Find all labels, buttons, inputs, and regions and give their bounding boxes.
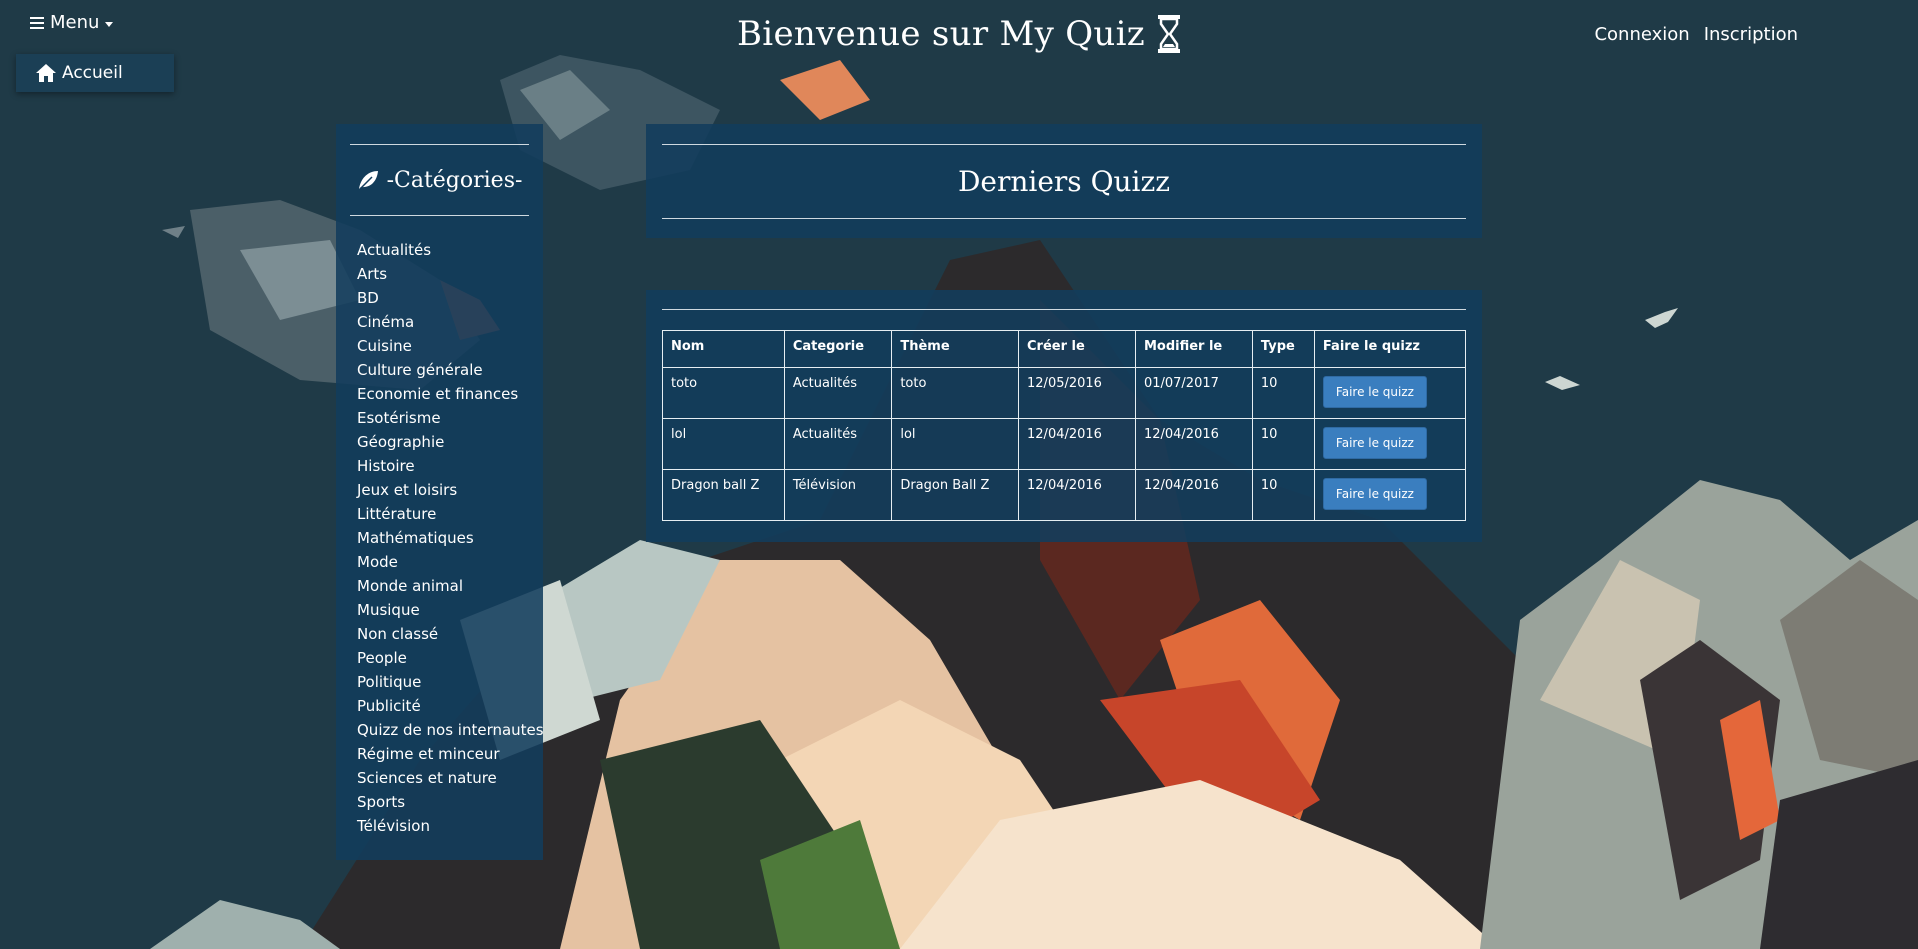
- category-item[interactable]: Quizz de nos internautes: [357, 718, 544, 742]
- category-item[interactable]: Géographie: [357, 430, 529, 454]
- table-cell: 12/04/2016: [1134, 469, 1253, 521]
- table-cell: lol: [891, 418, 1020, 470]
- table-cell: 10: [1251, 367, 1315, 419]
- category-item[interactable]: People: [357, 646, 529, 670]
- table-header-row: Nom Categorie Thème Créer le Modifier le Type…: [662, 330, 1467, 368]
- table-cell: 10: [1251, 418, 1315, 470]
- action-cell: Faire le quizz: [1313, 418, 1467, 470]
- table-cell: Dragon ball Z: [662, 469, 785, 521]
- category-item[interactable]: Monde animal: [357, 574, 529, 598]
- take-quiz-button[interactable]: Faire le quizz: [1322, 376, 1427, 408]
- category-item[interactable]: Histoire: [357, 454, 529, 478]
- table-cell: toto: [891, 367, 1020, 419]
- column-header: Faire le quizz: [1313, 330, 1467, 368]
- category-item[interactable]: Arts: [357, 262, 529, 286]
- take-quiz-button[interactable]: Faire le quizz: [1322, 427, 1427, 459]
- take-quiz-button[interactable]: Faire le quizz: [1322, 478, 1427, 510]
- leaf-icon: [358, 171, 378, 190]
- category-item[interactable]: Télévision: [357, 814, 529, 838]
- category-list: Actualités Arts BD Cinéma Cuisine Culture gén…: [350, 238, 544, 838]
- recent-quizz-header: Derniers Quizz: [646, 124, 1482, 238]
- table-cell: 12/04/2016: [1018, 418, 1136, 470]
- column-header: Créer le: [1018, 330, 1136, 368]
- auth-links: Connexion Inscription: [1594, 24, 1798, 45]
- categories-title: -Catégories-: [386, 167, 523, 193]
- table-row: Dragon ball Z Télévision Dragon Ball Z 12/0…: [662, 469, 1467, 521]
- table-row: toto Actualités toto 12/05/2016 01/07/2017 10…: [662, 367, 1467, 419]
- divider: [350, 215, 529, 216]
- recent-quizz-title: Derniers Quizz: [957, 165, 1171, 198]
- category-item[interactable]: Cinéma: [357, 310, 529, 334]
- table-cell: 10: [1251, 469, 1315, 521]
- table-row: lol Actualités lol 12/04/2016 12/04/2016 10 Fa…: [662, 418, 1467, 470]
- table-cell: Actualités: [783, 367, 893, 419]
- category-item[interactable]: Musique: [357, 598, 529, 622]
- table-cell: Dragon Ball Z: [891, 469, 1020, 521]
- category-item[interactable]: Sports: [357, 790, 529, 814]
- column-header: Thème: [891, 330, 1020, 368]
- home-link[interactable]: Accueil: [16, 54, 174, 92]
- categories-heading: -Catégories-: [350, 145, 529, 215]
- table-cell: toto: [662, 367, 785, 419]
- login-link[interactable]: Connexion: [1594, 24, 1689, 45]
- table-cell: 12/05/2016: [1018, 367, 1136, 419]
- category-item[interactable]: Esotérisme: [357, 406, 529, 430]
- category-item[interactable]: Littérature: [357, 502, 529, 526]
- category-item[interactable]: Cuisine: [357, 334, 529, 358]
- categories-panel: -Catégories- Actualités Arts BD Cinéma Cuisi…: [336, 124, 544, 860]
- home-icon: [36, 64, 56, 82]
- category-item[interactable]: Economie et finances: [357, 382, 529, 406]
- category-item[interactable]: BD: [357, 286, 529, 310]
- action-cell: Faire le quizz: [1313, 469, 1467, 521]
- table-cell: 12/04/2016: [1134, 418, 1253, 470]
- column-header: Nom: [662, 330, 785, 368]
- category-item[interactable]: Régime et minceur: [357, 742, 529, 766]
- hourglass-icon: [1158, 15, 1181, 53]
- quizz-table: Nom Categorie Thème Créer le Modifier le Type…: [662, 330, 1467, 521]
- category-item[interactable]: Non classé: [357, 622, 529, 646]
- table-cell: Télévision: [783, 469, 893, 521]
- category-item[interactable]: Mathématiques: [357, 526, 529, 550]
- category-item[interactable]: Jeux et loisirs: [357, 478, 529, 502]
- category-item[interactable]: Sciences et nature: [357, 766, 529, 790]
- divider: [662, 309, 1466, 310]
- table-cell: 12/04/2016: [1018, 469, 1136, 521]
- category-item[interactable]: Politique: [357, 670, 529, 694]
- category-item[interactable]: Mode: [357, 550, 529, 574]
- divider: [662, 218, 1466, 219]
- table-cell: Actualités: [783, 418, 893, 470]
- category-item[interactable]: Publicité: [357, 694, 529, 718]
- column-header: Categorie: [783, 330, 893, 368]
- signup-link[interactable]: Inscription: [1704, 24, 1798, 45]
- quizz-table-panel: Nom Categorie Thème Créer le Modifier le Type…: [646, 290, 1482, 542]
- category-item[interactable]: Culture générale: [357, 358, 529, 382]
- table-cell: 01/07/2017: [1134, 367, 1253, 419]
- action-cell: Faire le quizz: [1313, 367, 1467, 419]
- site-title-text: Bienvenue sur My Quiz: [736, 14, 1146, 54]
- column-header: Modifier le: [1134, 330, 1253, 368]
- category-item[interactable]: Actualités: [357, 238, 529, 262]
- column-header: Type: [1251, 330, 1315, 368]
- home-label: Accueil: [62, 63, 123, 83]
- table-cell: lol: [662, 418, 785, 470]
